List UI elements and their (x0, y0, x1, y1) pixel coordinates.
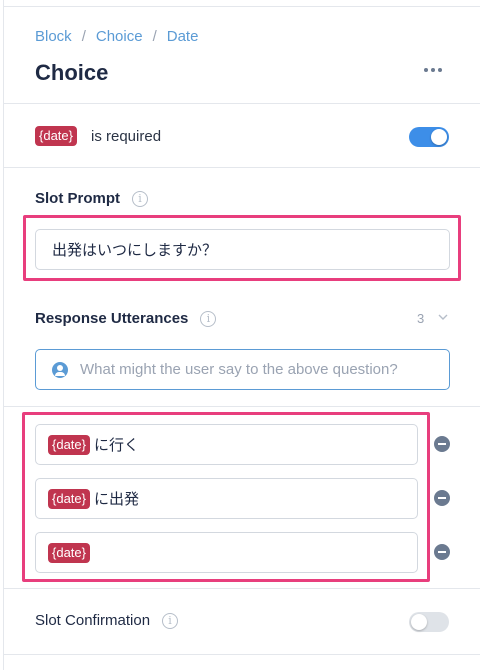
remove-icon[interactable] (434, 436, 450, 452)
info-icon[interactable]: i (200, 310, 217, 327)
slot-prompt-heading: Slot Prompt i (35, 190, 148, 207)
utterance-item[interactable]: {date} に出発 (35, 478, 418, 519)
required-row: {date} is required (35, 126, 161, 146)
divider (4, 588, 480, 589)
date-slot-tag: {date} (48, 434, 90, 455)
divider (4, 167, 480, 168)
required-toggle[interactable] (409, 127, 449, 147)
slot-confirmation-heading: Slot Confirmation i (35, 612, 179, 629)
top-divider (4, 6, 480, 7)
breadcrumb-block[interactable]: Block (35, 28, 72, 45)
date-slot-tag: {date} (48, 488, 90, 509)
date-slot-tag: {date} (48, 542, 90, 563)
breadcrumb-date[interactable]: Date (167, 28, 199, 45)
utterance-item[interactable]: {date} (35, 532, 418, 573)
utterance-count: 3 (417, 311, 425, 326)
info-icon[interactable]: i (132, 190, 148, 207)
slot-prompt-input[interactable]: 出発はいつにしますか？ (35, 229, 450, 270)
divider (4, 654, 480, 655)
response-utterances-label: Response Utterances (35, 310, 189, 327)
more-options-icon[interactable] (423, 60, 443, 80)
utterance-text: に行く (94, 437, 140, 454)
utterance-input-box[interactable] (35, 349, 450, 390)
info-icon[interactable]: i (162, 612, 179, 629)
date-slot-tag: {date} (35, 126, 77, 146)
divider (4, 103, 480, 104)
user-icon (52, 361, 68, 378)
block-editor-panel: Block / Choice / Date Choice {date} is r… (3, 0, 480, 670)
slot-confirmation-label: Slot Confirmation (35, 612, 151, 629)
slot-prompt-value: 出発はいつにしますか？ (52, 242, 218, 259)
response-utterances-heading: Response Utterances i (35, 310, 217, 327)
chevron-down-icon[interactable] (438, 312, 448, 322)
remove-icon[interactable] (434, 544, 450, 560)
utterance-item[interactable]: {date} に行く (35, 424, 418, 465)
divider (4, 406, 480, 407)
utterance-input[interactable] (80, 361, 440, 378)
slot-prompt-label: Slot Prompt (35, 190, 120, 207)
slot-confirmation-toggle[interactable] (409, 612, 449, 632)
page-title: Choice (35, 60, 109, 85)
required-label: is required (91, 127, 162, 145)
utterance-text: に出発 (94, 491, 140, 508)
remove-icon[interactable] (434, 490, 450, 506)
breadcrumb: Block / Choice / Date (35, 28, 199, 45)
breadcrumb-choice[interactable]: Choice (96, 28, 143, 45)
